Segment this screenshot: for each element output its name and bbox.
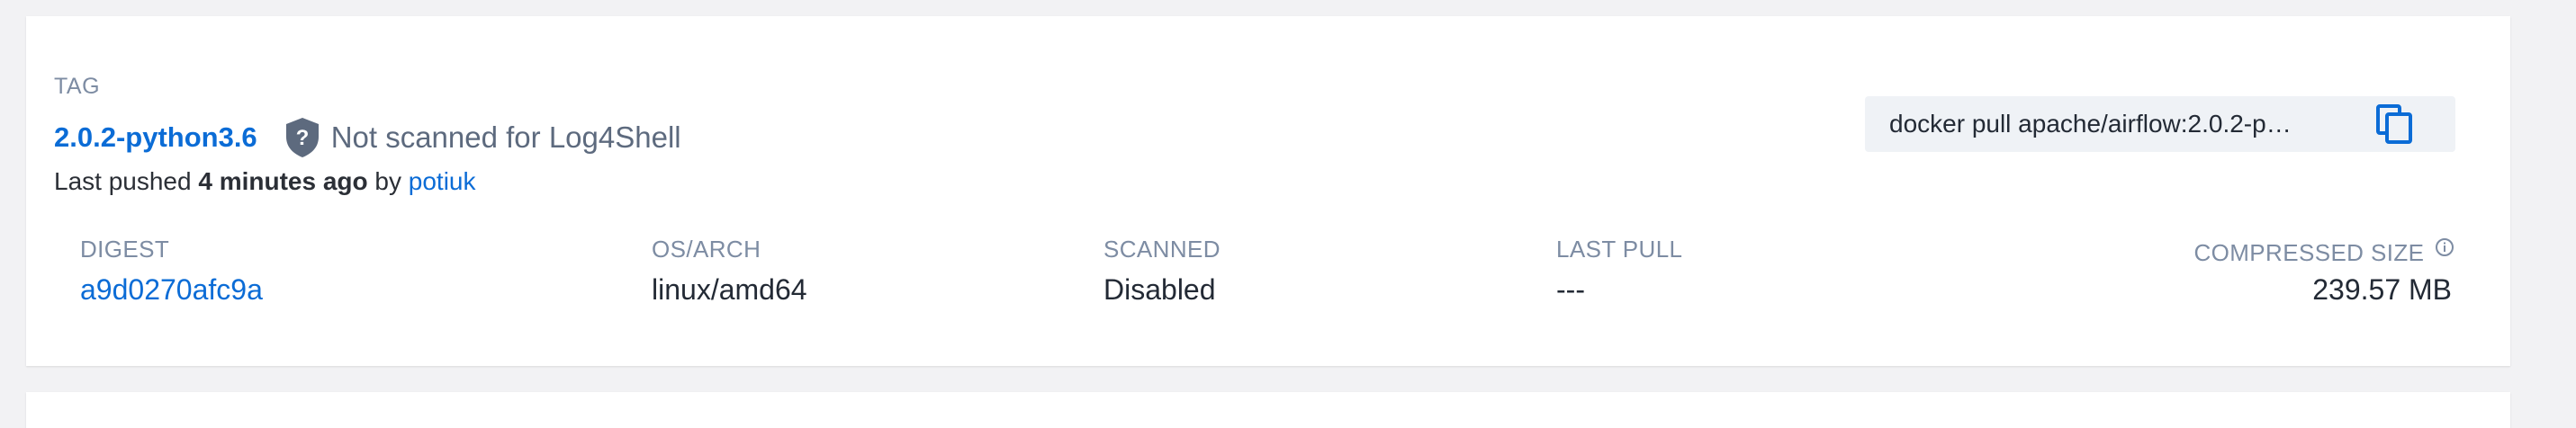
scan-status-text: Not scanned for Log4Shell <box>330 120 681 154</box>
pushed-by-word: by <box>374 167 401 195</box>
pull-command-text[interactable]: docker pull apache/airflow:2.0.2-pyt... <box>1889 110 2303 138</box>
os-arch-header: OS/ARCH <box>652 236 761 263</box>
digest-header: DIGEST <box>80 236 170 263</box>
pushed-time: 4 minutes ago <box>198 167 368 195</box>
pushed-user-link[interactable]: potiuk <box>409 167 476 195</box>
compressed-size-header-wrap: COMPRESSED SIZE <box>2193 236 2454 267</box>
tag-header-row: 2.0.2-python3.6 ? Not scanned for Log4Sh… <box>54 115 681 160</box>
scanned-header: SCANNED <box>1103 236 1220 263</box>
os-arch-value: linux/amd64 <box>652 273 807 306</box>
compressed-size-header: COMPRESSED SIZE <box>2193 239 2425 266</box>
pull-command-box: docker pull apache/airflow:2.0.2-pyt... <box>1865 96 2455 152</box>
last-pull-header: LAST PULL <box>1556 236 1683 263</box>
tag-section-label: TAG <box>54 74 101 99</box>
tag-name-link[interactable]: 2.0.2-python3.6 <box>54 121 257 154</box>
last-pull-value: --- <box>1556 273 1585 306</box>
digest-link[interactable]: a9d0270afc9a <box>80 273 263 307</box>
shield-question-icon: ? <box>284 117 320 158</box>
copy-icon[interactable] <box>2374 103 2416 145</box>
scanned-value: Disabled <box>1103 273 1216 306</box>
next-tag-card <box>26 392 2510 428</box>
svg-text:?: ? <box>295 126 309 150</box>
pushed-prefix: Last pushed <box>54 167 192 195</box>
info-icon[interactable] <box>2435 236 2454 256</box>
last-pushed-line: Last pushed 4 minutes ago by potiuk <box>54 167 475 196</box>
compressed-size-value: 239.57 MB <box>2312 273 2452 306</box>
